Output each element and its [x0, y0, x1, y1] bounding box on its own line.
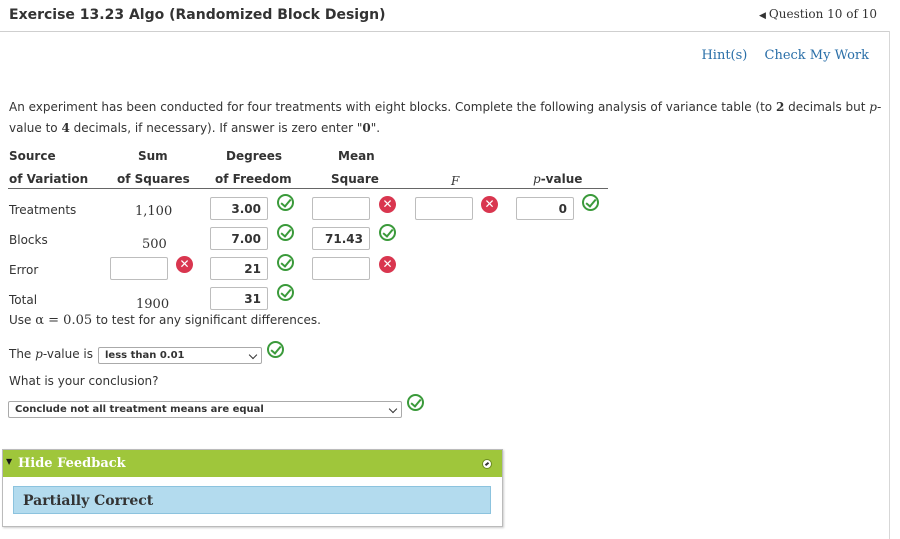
p-question-suffix: -value is: [42, 347, 94, 361]
exercise-title: Exercise 13.23 Algo (Randomized Block De…: [9, 7, 386, 23]
header-variation: of Variation: [9, 172, 89, 186]
p-question-prefix: The: [9, 347, 36, 361]
header-degrees: Degrees: [226, 149, 283, 163]
alpha-suffix: to test for any significant differences.: [92, 313, 321, 327]
correct-check-icon: [267, 341, 284, 358]
error-ss-input[interactable]: [110, 257, 168, 280]
prompt-text: decimals, if necessary). If answer is ze…: [69, 121, 363, 135]
blocks-ms-input[interactable]: 71.43: [312, 227, 370, 250]
prompt-text: decimals but: [784, 100, 870, 114]
conclusion-question: What is your conclusion?: [9, 374, 159, 388]
alpha-value: α = 0.05: [35, 313, 93, 328]
incorrect-x-icon: ✕: [379, 196, 396, 213]
p-symbol: p: [869, 100, 877, 114]
p-symbol: p: [35, 347, 43, 361]
feedback-toggle[interactable]: ▼ Hide Feedback: [3, 450, 502, 477]
header-source: Source: [9, 149, 56, 163]
help-links: Hint(s) Check My Work: [688, 48, 869, 63]
p-value-question: The p-value is: [9, 347, 93, 361]
zero-value: 0: [362, 121, 371, 135]
blocks-df-input[interactable]: 7.00: [210, 227, 268, 250]
hints-link[interactable]: Hint(s): [701, 48, 747, 63]
error-df-input[interactable]: 21: [210, 257, 268, 280]
correct-check-icon: [277, 194, 294, 211]
row-label-error: Error: [9, 263, 39, 277]
feedback-status: Partially Correct: [23, 493, 154, 509]
correct-check-icon: [277, 254, 294, 271]
incorrect-x-icon: ✕: [481, 196, 498, 213]
p-symbol: p: [533, 172, 541, 186]
treatments-ss: 1,100: [135, 204, 173, 219]
question-counter[interactable]: Question 10 of 10: [769, 7, 877, 21]
prompt-text: ".: [370, 121, 381, 135]
title-bar: Exercise 13.23 Algo (Randomized Block De…: [0, 0, 890, 32]
header-square: Square: [331, 172, 379, 186]
treatments-ms-input[interactable]: [312, 197, 370, 220]
hide-feedback-label[interactable]: Hide Feedback: [18, 456, 126, 471]
prompt-text: -: [876, 100, 882, 114]
chevron-down-icon: [248, 350, 258, 360]
incorrect-x-icon: ✕: [176, 256, 193, 273]
correct-check-icon: [277, 224, 294, 241]
total-ss: 1900: [136, 297, 170, 312]
correct-check-icon: [379, 224, 396, 241]
alpha-prefix: Use: [9, 313, 36, 327]
p-value-select[interactable]: less than 0.01: [98, 347, 262, 364]
prev-question-icon[interactable]: ◀: [759, 11, 766, 21]
triangle-down-icon: ▼: [6, 457, 13, 466]
header-mean: Mean: [338, 149, 375, 163]
correct-check-icon: [582, 194, 599, 211]
header-p-value: p-value: [533, 172, 582, 186]
chevron-down-icon: [388, 404, 398, 414]
prompt-text: value to: [9, 121, 62, 135]
conclusion-selected: Conclude not all treatment means are equ…: [15, 404, 264, 415]
header-f: F: [451, 174, 460, 188]
header-squares: of Squares: [117, 172, 190, 186]
incorrect-x-icon: ✕: [379, 256, 396, 273]
conclusion-select[interactable]: Conclude not all treatment means are equ…: [8, 401, 402, 418]
p-value-selected: less than 0.01: [105, 350, 185, 361]
pencil-icon[interactable]: [482, 459, 492, 469]
header-sum: Sum: [138, 149, 168, 163]
check-my-work-link[interactable]: Check My Work: [765, 48, 870, 63]
question-prompt: An experiment has been conducted for fou…: [9, 97, 889, 139]
treatments-p-value-input[interactable]: 0: [516, 197, 574, 220]
alpha-instruction: Use α = 0.05 to test for any significant…: [9, 313, 321, 328]
total-df-input[interactable]: 31: [210, 287, 268, 310]
row-label-blocks: Blocks: [9, 233, 48, 247]
content-border: [889, 31, 890, 539]
decimals-value: 4: [61, 121, 70, 135]
feedback-panel: ▼ Hide Feedback Partially Correct: [2, 449, 503, 527]
blocks-ss: 500: [142, 237, 167, 252]
row-label-total: Total: [9, 293, 38, 307]
treatments-df-input[interactable]: 3.00: [210, 197, 268, 220]
header-freedom: of Freedom: [215, 172, 292, 186]
treatments-f-input[interactable]: [415, 197, 473, 220]
question-navigator[interactable]: ◀ Question 10 of 10: [759, 7, 877, 21]
error-ms-input[interactable]: [312, 257, 370, 280]
correct-check-icon: [407, 394, 424, 411]
table-header-rule: [8, 188, 608, 189]
row-label-treatments: Treatments: [9, 203, 77, 217]
header-p-value-text: -value: [540, 172, 583, 186]
prompt-text: An experiment has been conducted for fou…: [9, 100, 776, 114]
correct-check-icon: [277, 284, 294, 301]
feedback-status-box: Partially Correct: [13, 486, 491, 514]
